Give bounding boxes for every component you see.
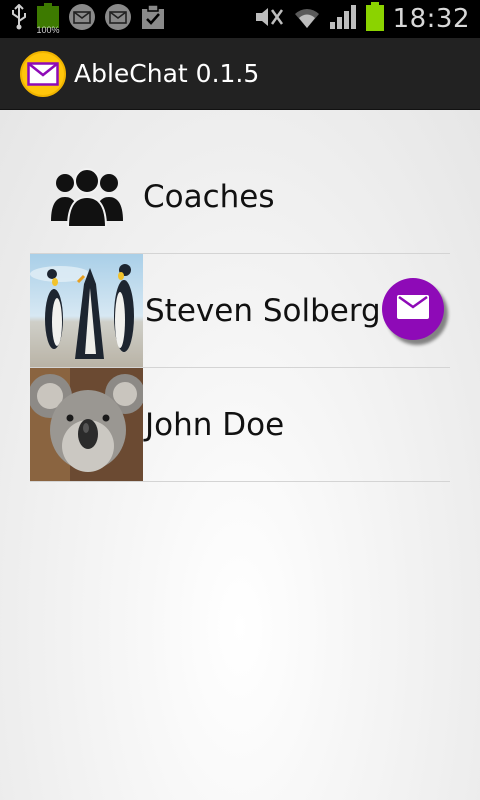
- contact-name: Steven Solberg: [145, 292, 381, 329]
- list-item[interactable]: John Doe: [30, 368, 450, 482]
- mail-notification-icon: [104, 3, 132, 36]
- battery-percent-label: 100%: [36, 25, 60, 35]
- clipboard-check-icon: [140, 3, 166, 36]
- group-icon: [51, 167, 123, 228]
- contact-name: John Doe: [145, 406, 285, 443]
- list-item[interactable]: Steven Solberg: [30, 254, 450, 368]
- avatar: [30, 254, 143, 367]
- app-title: AbleChat 0.1.5: [74, 59, 260, 88]
- signal-icon: [329, 4, 357, 35]
- battery-icon: [365, 1, 385, 37]
- battery-icon: 100%: [36, 3, 60, 35]
- group-header-coaches[interactable]: Coaches: [30, 140, 450, 254]
- mail-icon: [397, 294, 429, 324]
- avatar: [30, 368, 143, 481]
- mail-icon[interactable]: [20, 50, 66, 97]
- usb-icon: [10, 3, 28, 35]
- contact-list: Steven Solberg John Doe: [30, 254, 450, 482]
- contact-list-screen: Coaches Steven Solberg John Doe: [0, 110, 480, 800]
- mute-icon: [253, 5, 285, 34]
- mail-notification-icon: [68, 3, 96, 36]
- app-bar: AbleChat 0.1.5: [0, 38, 480, 110]
- status-bar: 100% 18:32: [0, 0, 480, 38]
- group-label: Coaches: [143, 178, 275, 215]
- wifi-icon: [293, 4, 321, 35]
- status-time: 18:32: [392, 4, 470, 34]
- new-message-button[interactable]: [382, 278, 444, 340]
